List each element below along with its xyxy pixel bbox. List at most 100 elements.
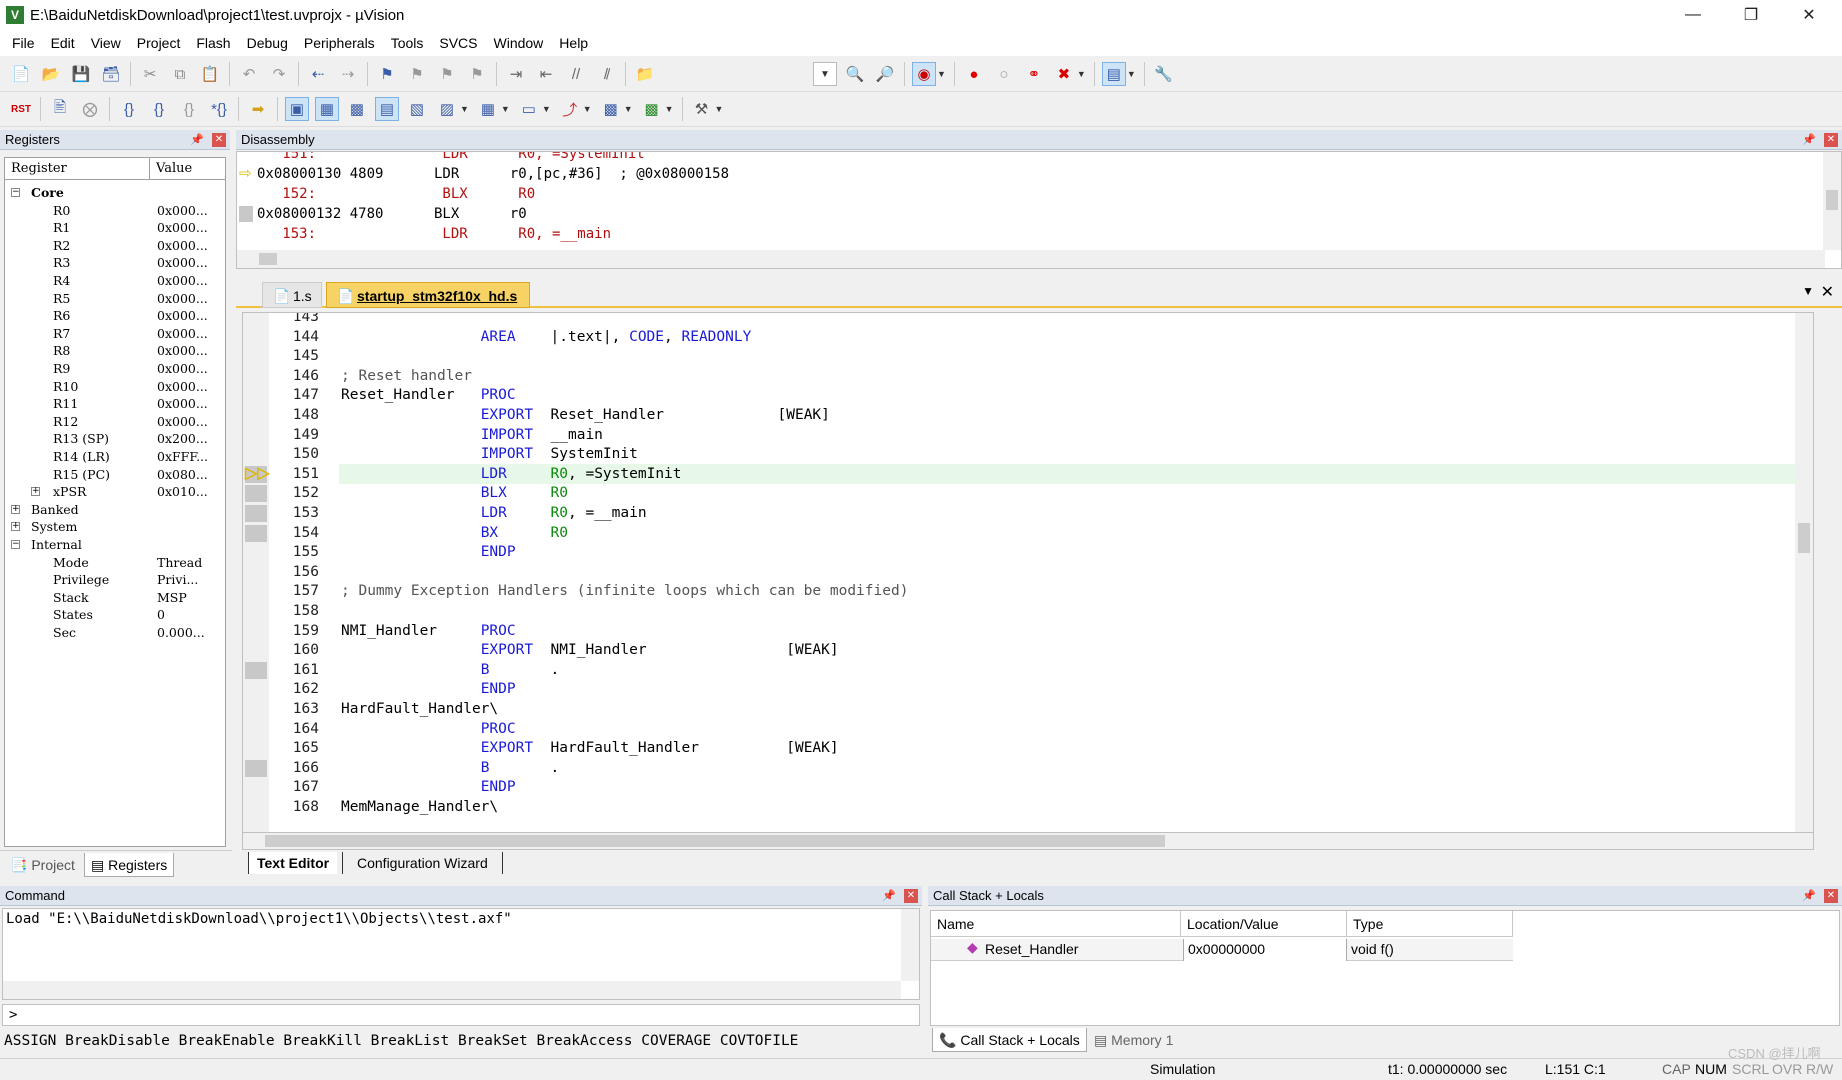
code-line[interactable]: 163 HardFault_Handler\	[243, 699, 1813, 719]
system-viewer-icon[interactable]: ▩	[640, 97, 664, 121]
tab-project[interactable]: 📑 Project	[4, 853, 81, 877]
register-row[interactable]: R4 0x000...	[5, 272, 225, 290]
cut-icon[interactable]: ✂	[138, 62, 162, 86]
disassembly-window-icon[interactable]: ▦	[315, 97, 339, 121]
call-stack-window-icon[interactable]: ▧	[405, 97, 429, 121]
register-row[interactable]: Privilege Privi...	[5, 571, 225, 589]
insert-breakpoint-icon[interactable]: ●	[962, 62, 986, 86]
collapse-icon[interactable]: −	[11, 540, 20, 549]
pin-icon[interactable]: 📌	[1802, 130, 1816, 150]
paste-icon[interactable]: 📋	[198, 62, 222, 86]
pin-icon[interactable]: 📌	[1802, 886, 1816, 906]
collapse-icon[interactable]: −	[11, 188, 20, 197]
code-line[interactable]: 159 NMI_Handler PROC	[243, 621, 1813, 641]
step-into-icon[interactable]: {}	[117, 97, 141, 121]
bookmark-icon[interactable]: ⚑	[375, 62, 399, 86]
command-hscrollbar[interactable]	[3, 981, 901, 999]
save-icon[interactable]: 💾	[69, 62, 93, 86]
name-column-header[interactable]: Name	[931, 911, 1181, 937]
next-bookmark-icon[interactable]: ⚑	[435, 62, 459, 86]
menu-help[interactable]: Help	[551, 30, 596, 56]
code-line[interactable]: 144 AREA |.text|, CODE, READONLY	[243, 327, 1813, 347]
close-pane-icon[interactable]: ✕	[1824, 133, 1838, 147]
menu-tools[interactable]: Tools	[383, 30, 432, 56]
command-window-icon[interactable]: ▣	[285, 97, 309, 121]
code-line[interactable]: 158	[243, 601, 1813, 621]
register-row[interactable]: R2 0x000...	[5, 237, 225, 255]
analysis-window-icon[interactable]: ⤴	[558, 97, 582, 121]
register-row[interactable]: + xPSR 0x010...	[5, 483, 225, 501]
find-in-files-icon[interactable]: 📁	[633, 62, 657, 86]
register-row[interactable]: Stack MSP	[5, 589, 225, 607]
register-row[interactable]: R10 0x000...	[5, 378, 225, 396]
close-tab-icon[interactable]: ✕	[1821, 282, 1834, 302]
register-row[interactable]: R6 0x000...	[5, 307, 225, 325]
code-line[interactable]: 165 EXPORT HardFault_Handler [WEAK]	[243, 738, 1813, 758]
show-next-statement-icon[interactable]: ➡	[246, 97, 270, 121]
code-line[interactable]: 150 IMPORT SystemInit	[243, 444, 1813, 464]
new-file-icon[interactable]: 📄	[9, 62, 33, 86]
code-line[interactable]: 167 ENDP	[243, 777, 1813, 797]
indent-icon[interactable]: ⇥	[504, 62, 528, 86]
close-window-button[interactable]: ✕	[1780, 0, 1838, 30]
register-row[interactable]: R13 (SP) 0x200...	[5, 430, 225, 448]
save-all-icon[interactable]: 🗃	[99, 62, 123, 86]
close-pane-icon[interactable]: ✕	[1824, 889, 1838, 903]
command-vscrollbar[interactable]	[901, 909, 919, 981]
enable-breakpoint-icon[interactable]: ○	[992, 62, 1016, 86]
register-row[interactable]: R1 0x000...	[5, 219, 225, 237]
tab-configuration-wizard[interactable]: Configuration Wizard	[342, 852, 503, 874]
table-row[interactable]: ◆ Reset_Handler 0x00000000 void f()	[931, 939, 1513, 961]
restore-button[interactable]: ❐	[1722, 0, 1780, 30]
comment-icon[interactable]: //	[564, 62, 588, 86]
find-combo-dropdown-icon[interactable]: ▼	[813, 62, 837, 86]
register-row[interactable]: R5 0x000...	[5, 290, 225, 308]
copy-icon[interactable]: ⧉	[168, 62, 192, 86]
code-line[interactable]: 166 B .	[243, 758, 1813, 778]
watch-window-icon[interactable]: ▨	[435, 97, 459, 121]
location-column-header[interactable]: Location/Value	[1181, 911, 1347, 937]
code-line[interactable]: 161 B .	[243, 660, 1813, 680]
menu-svcs[interactable]: SVCS	[431, 30, 485, 56]
disassembly-vscrollbar[interactable]	[1823, 152, 1841, 250]
expand-icon[interactable]: +	[11, 522, 20, 532]
register-row[interactable]: − Internal	[5, 536, 225, 554]
expand-icon[interactable]: +	[31, 487, 40, 497]
menu-file[interactable]: File	[4, 30, 43, 56]
tab-registers[interactable]: ▤ Registers	[84, 853, 175, 877]
register-row[interactable]: − Core	[5, 184, 225, 202]
code-line[interactable]: 147 Reset_Handler PROC	[243, 385, 1813, 405]
register-row[interactable]: + Banked	[5, 501, 225, 519]
toolbox-icon[interactable]: ⚒	[690, 97, 714, 121]
undo-icon[interactable]: ↶	[237, 62, 261, 86]
menu-project[interactable]: Project	[129, 30, 189, 56]
menu-window[interactable]: Window	[486, 30, 552, 56]
configure-icon[interactable]: 🔧	[1152, 62, 1176, 86]
serial-window-icon[interactable]: ▭	[517, 97, 541, 121]
register-row[interactable]: R8 0x000...	[5, 342, 225, 360]
menu-debug[interactable]: Debug	[239, 30, 296, 56]
code-line[interactable]: 146 ; Reset handler	[243, 366, 1813, 386]
step-out-icon[interactable]: {}	[177, 97, 201, 121]
menu-view[interactable]: View	[83, 30, 129, 56]
expand-icon[interactable]: +	[11, 504, 20, 514]
close-pane-icon[interactable]: ✕	[212, 133, 226, 147]
register-row[interactable]: R0 0x000...	[5, 202, 225, 220]
prev-bookmark-icon[interactable]: ⚑	[405, 62, 429, 86]
code-line[interactable]: 157 ; Dummy Exception Handlers (infinite …	[243, 581, 1813, 601]
tab-startup-stm32f10x-hd-s[interactable]: 📄 startup_stm32f10x_hd.s	[326, 282, 530, 308]
tab-1-s[interactable]: 📄 1.s	[262, 282, 322, 308]
uncomment-icon[interactable]: /̸	[594, 62, 618, 86]
pin-icon[interactable]: 📌	[882, 886, 896, 906]
nav-forward-icon[interactable]: ⇢	[336, 62, 360, 86]
menu-flash[interactable]: Flash	[188, 30, 238, 56]
stop-icon[interactable]: ⨂	[78, 97, 102, 121]
tab-memory-1[interactable]: ▤ Memory 1	[1088, 1028, 1179, 1052]
register-row[interactable]: R11 0x000...	[5, 395, 225, 413]
kill-breakpoints-icon[interactable]: ✖	[1052, 62, 1076, 86]
redo-icon[interactable]: ↷	[267, 62, 291, 86]
code-line[interactable]: 151 LDR R0, =SystemInit	[243, 463, 1813, 484]
disassembly-view[interactable]: 151: LDR R0, =SystemInit 0x08000130 4809 …	[236, 151, 1842, 269]
nav-back-icon[interactable]: ⇠	[306, 62, 330, 86]
close-pane-icon[interactable]: ✕	[904, 889, 918, 903]
